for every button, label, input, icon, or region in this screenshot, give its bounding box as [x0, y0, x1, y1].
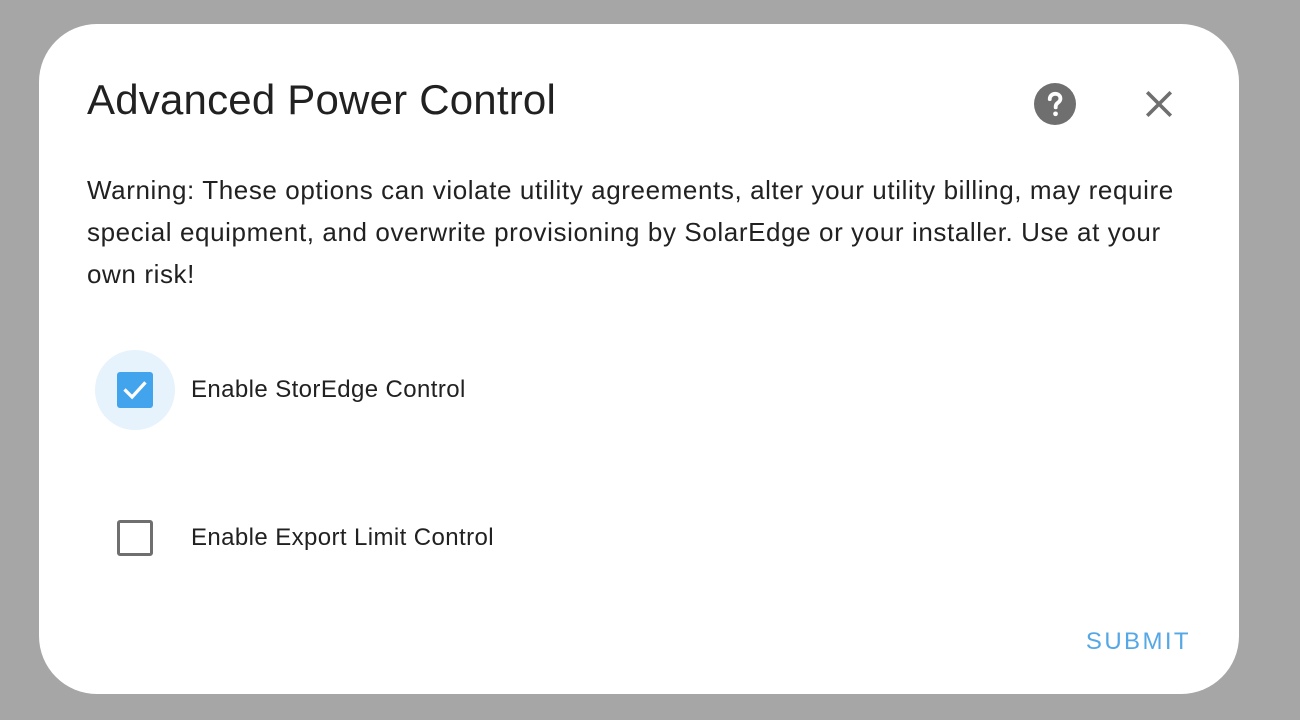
- close-icon: [1145, 90, 1173, 118]
- close-button[interactable]: [1135, 80, 1183, 128]
- warning-message: Warning: These options can violate utili…: [87, 175, 1174, 289]
- export-limit-control-option[interactable]: Enable Export Limit Control: [95, 498, 494, 578]
- advanced-power-control-dialog: Advanced Power Control Warning: These op…: [39, 24, 1239, 694]
- help-circle-icon: [1034, 83, 1076, 125]
- export-limit-control-label[interactable]: Enable Export Limit Control: [191, 524, 494, 552]
- checkbox-focus-ripple: [95, 350, 175, 430]
- storedge-control-option[interactable]: Enable StorEdge Control: [95, 350, 466, 430]
- storedge-control-label[interactable]: Enable StorEdge Control: [191, 376, 466, 404]
- help-button[interactable]: [1031, 80, 1079, 128]
- checkbox-container: [95, 498, 175, 578]
- export-limit-control-checkbox[interactable]: [117, 520, 153, 556]
- checkmark-icon: [123, 381, 147, 400]
- storedge-control-checkbox[interactable]: [117, 372, 153, 408]
- dialog-title: Advanced Power Control: [87, 76, 556, 123]
- submit-button[interactable]: SUBMIT: [1086, 622, 1191, 662]
